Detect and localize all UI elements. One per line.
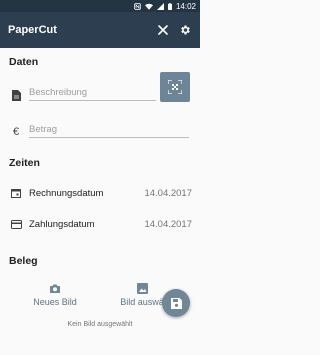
close-icon	[158, 25, 168, 35]
amount-input[interactable]	[29, 122, 189, 138]
invoice-date-label: Rechnungsdatum	[29, 187, 104, 199]
qr-scan-icon	[168, 80, 182, 94]
payment-date-label: Zahlungsdatum	[29, 218, 95, 230]
app-title: PaperCut	[8, 24, 57, 36]
signal-icon	[156, 2, 164, 10]
section-title-beleg: Beleg	[9, 255, 38, 267]
payment-date-value: 14.04.2017	[144, 218, 192, 230]
calendar-icon	[10, 188, 22, 198]
description-input[interactable]	[29, 85, 156, 101]
camera-icon	[50, 284, 60, 293]
battery-icon	[168, 2, 172, 10]
nfc-icon	[134, 2, 141, 10]
credit-card-icon	[10, 219, 22, 229]
invoice-date-row[interactable]: Rechnungsdatum 14.04.2017	[10, 185, 192, 201]
save-icon	[170, 297, 182, 309]
amount-row: €	[10, 122, 189, 138]
new-image-label: Neues Bild	[33, 297, 77, 307]
section-title-zeiten: Zeiten	[9, 157, 40, 169]
description-row	[10, 85, 156, 101]
settings-button[interactable]	[174, 12, 196, 48]
wifi-icon	[144, 3, 153, 10]
gear-icon	[181, 25, 190, 35]
gallery-icon	[136, 283, 148, 294]
close-button[interactable]	[152, 12, 174, 48]
new-image-button[interactable]: Neues Bild	[20, 283, 90, 313]
section-title-daten: Daten	[9, 56, 39, 68]
no-image-text: Kein Bild ausgewählt	[67, 321, 133, 328]
choose-image-label: Bild auswä	[120, 297, 164, 307]
app-bar: PaperCut	[0, 12, 200, 48]
payment-date-row[interactable]: Zahlungsdatum 14.04.2017	[10, 216, 192, 232]
save-button[interactable]	[162, 289, 190, 317]
scan-qr-button[interactable]	[160, 72, 190, 102]
invoice-date-value: 14.04.2017	[144, 187, 192, 199]
euro-icon: €	[12, 126, 20, 138]
status-bar: 14:02	[0, 0, 200, 12]
form-content: Daten € Zeiten Rechnungsdatum 14.04.2017…	[0, 48, 200, 355]
document-icon	[10, 90, 22, 101]
status-time: 14:02	[175, 1, 196, 11]
